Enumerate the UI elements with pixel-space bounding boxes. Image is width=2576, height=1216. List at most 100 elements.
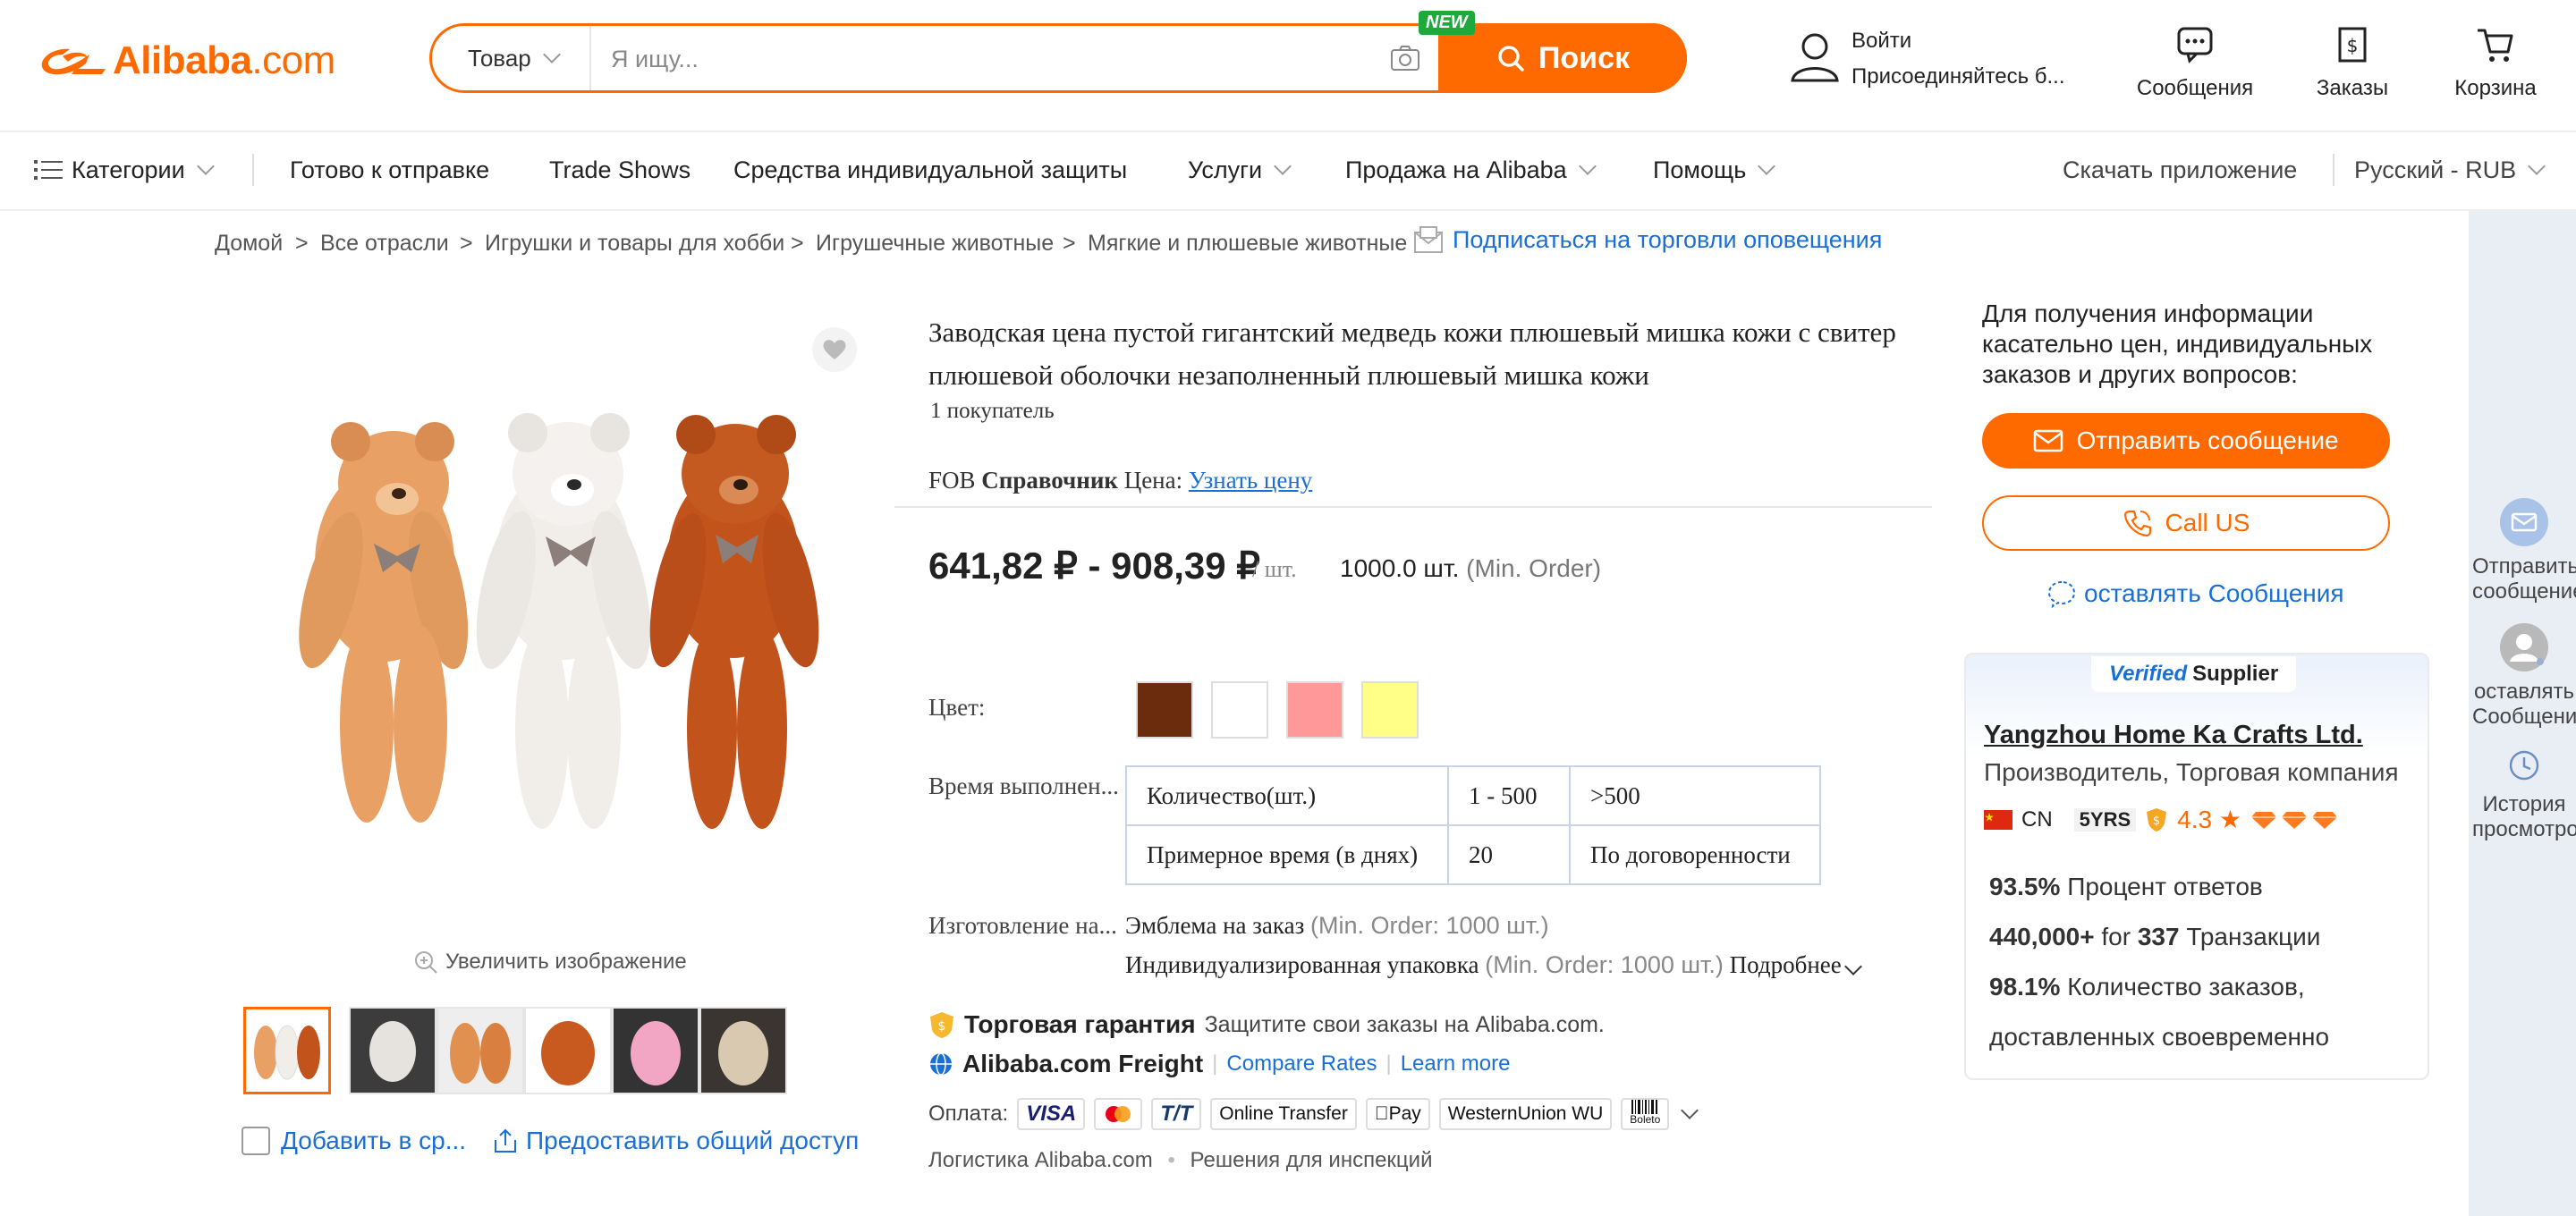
thumbnail-3[interactable] bbox=[436, 1007, 524, 1094]
table-row: Количество(шт.) 1 - 500 >500 bbox=[1125, 765, 1821, 826]
thumbnail-image bbox=[526, 1009, 610, 1093]
freight-title: Alibaba.com Freight bbox=[962, 1050, 1204, 1077]
chevron-down-icon bbox=[1758, 157, 1776, 175]
heart-icon bbox=[823, 340, 846, 359]
phone-icon bbox=[2123, 510, 2151, 537]
favorite-button[interactable] bbox=[812, 327, 857, 372]
payment-more-chevron-icon[interactable] bbox=[1681, 1102, 1699, 1119]
supplier-name[interactable]: Yangzhou Home Ka Crafts Ltd. bbox=[1984, 721, 2363, 750]
thumbnail-1[interactable] bbox=[243, 1007, 331, 1094]
nav-divider bbox=[252, 154, 254, 186]
add-to-compare[interactable]: Добавить в ср... bbox=[242, 1127, 466, 1155]
search-category-dropdown[interactable]: Товар bbox=[468, 26, 561, 90]
messages-link[interactable]: Сообщения bbox=[2132, 23, 2258, 101]
supplier-rating: 4.3 ★ bbox=[2177, 806, 2241, 833]
chevron-down-icon bbox=[542, 46, 561, 63]
language-selector[interactable]: Русский - RUB bbox=[2354, 131, 2546, 209]
call-us-label: Call US bbox=[2165, 509, 2250, 536]
cart-link[interactable]: Корзина bbox=[2445, 23, 2546, 101]
compare-rates-link[interactable]: Compare Rates bbox=[1226, 1051, 1377, 1077]
inspection-link[interactable]: Решения для инспекций bbox=[1191, 1148, 1433, 1172]
cart-label: Корзина bbox=[2454, 76, 2537, 100]
search-bar: Товар Поиск bbox=[429, 23, 1704, 93]
leave-message-link[interactable]: оставлять Сообщения bbox=[2046, 579, 2344, 608]
breadcrumb-all-industries[interactable]: Все отрасли bbox=[320, 231, 449, 257]
nav-ppe[interactable]: Средства индивидуальной защиты bbox=[733, 131, 1127, 209]
orders-icon: $ bbox=[2338, 27, 2367, 63]
logistics-link[interactable]: Логистика Alibaba.com bbox=[928, 1148, 1153, 1172]
breadcrumb-separator: > bbox=[791, 231, 804, 256]
table-cell: >500 bbox=[1569, 765, 1821, 826]
signin-label[interactable]: Войти bbox=[1852, 29, 1911, 54]
supplier-card: Verified Supplier Yangzhou Home Ka Crafts… bbox=[1964, 653, 2429, 1080]
search-button[interactable]: Поиск bbox=[1438, 23, 1687, 93]
thumbnail-image bbox=[614, 1009, 698, 1093]
thumbnail-6[interactable] bbox=[699, 1007, 787, 1094]
gold-supplier-icon: $ bbox=[2147, 807, 2167, 832]
zoom-label: Увеличить изображение bbox=[445, 950, 687, 974]
signin-area[interactable]: Войти Присоединяйтесь б... bbox=[1789, 25, 2065, 97]
thumbnail-image bbox=[351, 1009, 435, 1093]
buyers-count: 1 покупатель bbox=[930, 399, 1055, 423]
bear-white-image bbox=[476, 413, 651, 829]
customization-label: Изготовление на... bbox=[928, 912, 1117, 939]
avatar-icon bbox=[2500, 623, 2548, 671]
nav-help[interactable]: Помощь bbox=[1653, 131, 1776, 209]
share-link[interactable]: Предоставить общий доступ bbox=[492, 1127, 859, 1155]
compare-label: Добавить в ср... bbox=[281, 1127, 467, 1154]
bear-brown-image bbox=[649, 415, 819, 829]
shield-icon: $ bbox=[930, 1012, 953, 1038]
nav-services[interactable]: Услуги bbox=[1188, 131, 1292, 209]
learn-more-link[interactable]: Learn more bbox=[1401, 1051, 1511, 1077]
tt-icon: T/T bbox=[1151, 1098, 1202, 1130]
custom-logo: Эмблема на заказ (Min. Order: 1000 шт.) bbox=[1125, 912, 1549, 939]
mastercard-icon bbox=[1094, 1098, 1143, 1130]
apple-pay-icon: Pay bbox=[1365, 1098, 1430, 1130]
breadcrumb-toy-animals[interactable]: Игрушечные животные bbox=[816, 231, 1054, 257]
sidebar-leave-message[interactable]: оставлять Сообщения bbox=[2472, 622, 2576, 730]
camera-icon[interactable] bbox=[1389, 42, 1421, 74]
thumbnail-5[interactable] bbox=[612, 1007, 699, 1094]
download-app-link[interactable]: Скачать приложение bbox=[2063, 131, 2297, 209]
join-label[interactable]: Присоединяйтесь б... bbox=[1852, 64, 2066, 89]
trade-assurance-desc: Защитите свои заказы на Alibaba.com. bbox=[1204, 1011, 1605, 1037]
nav-categories[interactable]: Категории bbox=[34, 131, 215, 209]
nav-trade-shows[interactable]: Trade Shows bbox=[549, 131, 691, 209]
thumbnail-2[interactable] bbox=[349, 1007, 436, 1094]
right-sidebar: Отправить сообщение оставлять Сообщения … bbox=[2469, 211, 2576, 1216]
lead-time-label: Время выполнен... bbox=[928, 773, 1119, 799]
subscribe-alerts[interactable]: Подписаться на торговли оповещения bbox=[1413, 225, 1882, 254]
breadcrumb-plush-animals[interactable]: Мягкие и плюшевые животные bbox=[1088, 231, 1407, 257]
sidebar-send-message[interactable]: Отправить сообщение bbox=[2472, 497, 2576, 604]
send-message-button[interactable]: Отправить сообщение bbox=[1982, 413, 2390, 469]
list-icon bbox=[34, 160, 63, 180]
breadcrumb-separator: > bbox=[295, 231, 309, 256]
get-price-link[interactable]: Узнать цену bbox=[1189, 467, 1312, 494]
product-main-image[interactable] bbox=[268, 384, 859, 885]
orders-link[interactable]: $ Заказы bbox=[2308, 23, 2397, 101]
sidebar-history[interactable]: История просмотров bbox=[2472, 747, 2576, 842]
chevron-down-icon bbox=[1843, 958, 1862, 975]
cart-icon bbox=[2478, 29, 2513, 62]
more-link[interactable]: Подробнее bbox=[1730, 951, 1862, 978]
logo-text: Alibaba.com bbox=[113, 38, 335, 82]
zoom-image-link[interactable]: Увеличить изображение bbox=[413, 950, 687, 975]
search-button-label: Поиск bbox=[1538, 40, 1631, 75]
breadcrumb-home[interactable]: Домой bbox=[215, 231, 283, 257]
compare-checkbox[interactable] bbox=[242, 1127, 270, 1155]
alibaba-logo[interactable]: Alibaba.com bbox=[36, 34, 335, 88]
thumbnail-image bbox=[701, 1009, 785, 1093]
nav-sell-on-alibaba[interactable]: Продажа на Alibaba bbox=[1345, 131, 1597, 209]
table-cell: По договоренности bbox=[1569, 824, 1821, 885]
color-swatch[interactable] bbox=[1286, 681, 1343, 739]
color-swatch[interactable] bbox=[1361, 681, 1419, 739]
color-swatch[interactable] bbox=[1211, 681, 1268, 739]
search-icon bbox=[1498, 46, 1524, 72]
nav-ready-to-ship[interactable]: Готово к отправке bbox=[290, 131, 489, 209]
chat-bubble-icon bbox=[2047, 580, 2076, 608]
call-us-button[interactable]: Call US bbox=[1982, 495, 2390, 551]
thumbnail-4[interactable] bbox=[524, 1007, 612, 1094]
color-swatch[interactable] bbox=[1136, 681, 1193, 739]
send-message-label: Отправить сообщение bbox=[2076, 426, 2339, 454]
breadcrumb-toys[interactable]: Игрушки и товары для хобби bbox=[485, 231, 784, 257]
